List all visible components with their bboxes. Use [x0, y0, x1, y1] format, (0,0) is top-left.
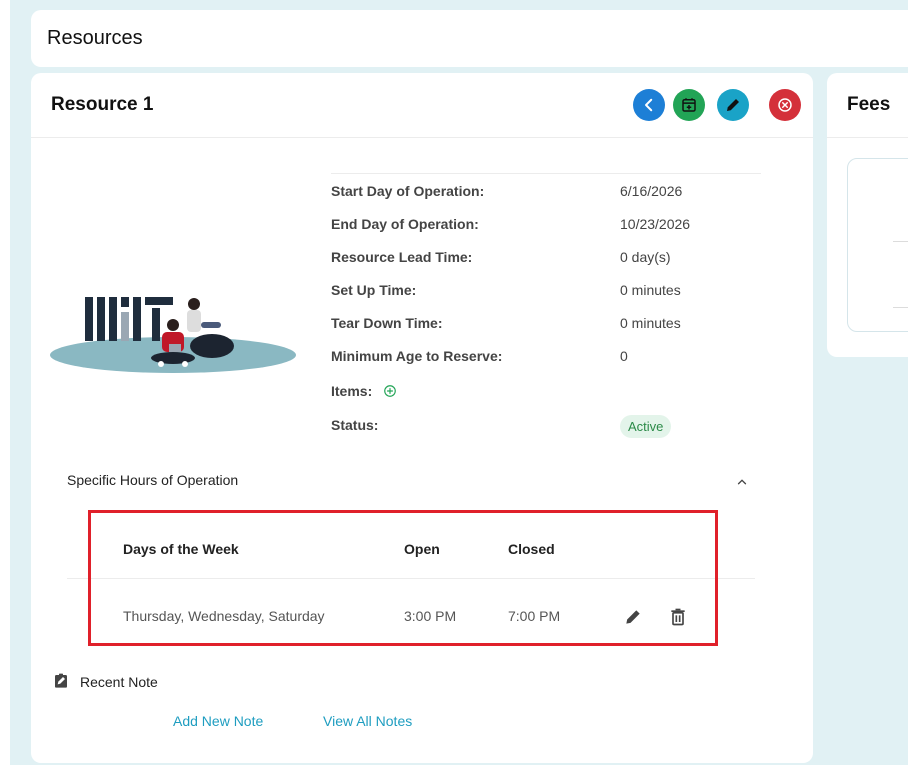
details-top-divider [331, 173, 761, 174]
chevron-left-icon [645, 98, 653, 112]
fees-header-divider [827, 137, 908, 138]
fees-row-divider [893, 307, 908, 308]
recent-note-title: Recent Note [80, 674, 158, 690]
clipboard-edit-icon [55, 673, 67, 688]
add-new-note-link[interactable]: Add New Note [173, 713, 263, 729]
chevron-up-icon[interactable] [735, 475, 749, 489]
page-header: Resources [31, 10, 908, 67]
left-edge [0, 0, 10, 765]
pencil-icon [727, 99, 739, 111]
view-all-notes-link[interactable]: View All Notes [323, 713, 412, 729]
resource-image [50, 297, 296, 373]
calendar-add-icon [682, 98, 696, 112]
close-circle-icon [778, 98, 792, 112]
resource-title: Resource 1 [51, 94, 154, 115]
close-resource-button[interactable] [769, 89, 801, 121]
fees-panel [847, 158, 908, 332]
schedule-button[interactable] [673, 89, 705, 121]
hours-section-title: Specific Hours of Operation [67, 472, 239, 488]
hours-table-highlight [88, 510, 718, 646]
plus-circle-icon[interactable] [383, 384, 397, 398]
status-badge: Active [620, 415, 672, 438]
back-button[interactable] [633, 89, 665, 121]
header-divider [31, 137, 813, 138]
page-title: Resources [47, 27, 143, 49]
edit-resource-button[interactable] [717, 89, 749, 121]
fees-row-divider [893, 241, 908, 242]
fees-card: Fees [827, 73, 908, 357]
fees-title: Fees [847, 94, 891, 115]
resource-card: Resource 1 Start Day of Operation: 6/16/… [31, 73, 813, 763]
